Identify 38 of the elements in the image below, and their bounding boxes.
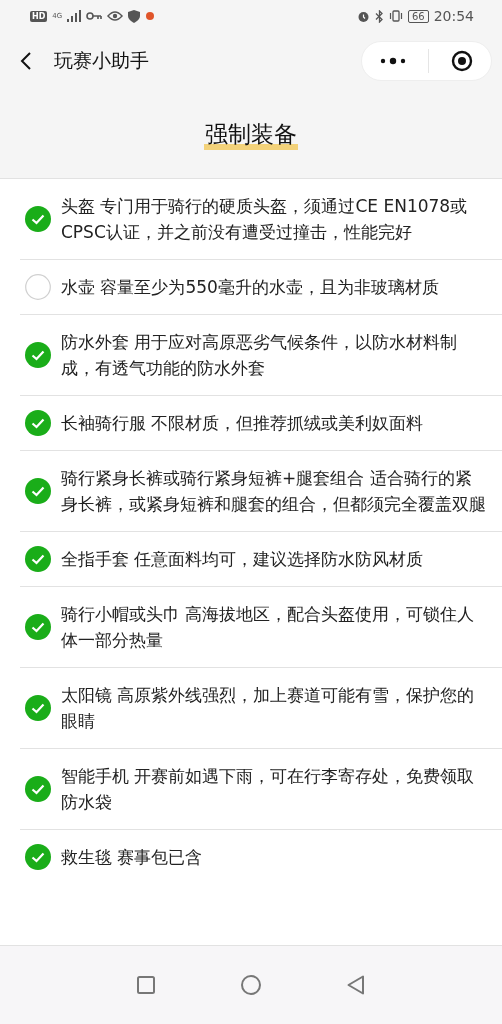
equipment-text: 骑行小帽或头巾 高海拔地区，配合头盔使用，可锁住人体一部分热量 bbox=[61, 603, 476, 652]
back-icon[interactable] bbox=[20, 51, 32, 71]
app-title: 玩赛小助手 bbox=[54, 48, 150, 73]
check-icon[interactable] bbox=[25, 614, 51, 640]
check-icon[interactable] bbox=[25, 342, 51, 368]
check-icon[interactable] bbox=[25, 478, 51, 504]
home-icon[interactable] bbox=[241, 975, 261, 995]
equipment-text: 太阳镜 高原紫外线强烈，加上赛道可能有雪，保护您的眼睛 bbox=[61, 684, 476, 733]
check-icon[interactable] bbox=[25, 410, 51, 436]
vibrate-icon bbox=[388, 10, 403, 22]
hd-badge: HD bbox=[30, 10, 48, 22]
check-icon[interactable] bbox=[25, 546, 51, 572]
equipment-text: 头盔 专门用于骑行的硬质头盔，须通过CE EN1078或CPSC认证，并之前没有遭受过撞击，性能完好 bbox=[61, 195, 469, 244]
close-target-icon[interactable] bbox=[451, 50, 473, 72]
back-triangle-icon[interactable] bbox=[347, 975, 365, 995]
key-icon bbox=[86, 11, 103, 21]
recent-apps-icon[interactable] bbox=[137, 976, 155, 994]
equipment-text: 防水外套 用于应对高原恶劣气候条件，以防水材料制成，有透气功能的防水外套 bbox=[61, 331, 459, 380]
equipment-text: 水壶 容量至少为550毫升的水壶，且为非玻璃材质 bbox=[61, 276, 439, 299]
alarm-icon bbox=[356, 9, 370, 23]
equipment-text: 长袖骑行服 不限材质，但推荐抓绒或美利奴面料 bbox=[61, 412, 424, 435]
check-icon[interactable] bbox=[25, 776, 51, 802]
check-icon[interactable] bbox=[25, 844, 51, 870]
check-icon[interactable] bbox=[25, 206, 51, 232]
equipment-text: 全指手套 任意面料均可，建议选择防水防风材质 bbox=[61, 548, 424, 571]
notification-dot-icon bbox=[145, 11, 156, 21]
empty-checkbox[interactable] bbox=[25, 274, 51, 300]
equipment-text: 救生毯 赛事包已含 bbox=[61, 846, 203, 869]
battery-indicator: 66 bbox=[407, 9, 429, 23]
bluetooth-icon bbox=[374, 9, 384, 23]
signal-icon bbox=[67, 10, 82, 22]
equipment-text: 智能手机 开赛前如遇下雨，可在行李寄存处，免费领取防水袋 bbox=[61, 765, 476, 814]
shield-icon bbox=[128, 9, 141, 23]
more-icon[interactable] bbox=[380, 57, 406, 65]
clock-time: 20:54 bbox=[433, 8, 474, 24]
equipment-text: 骑行紧身长裤或骑行紧身短裤+腿套组合 适合骑行的紧身长裤，或紧身短裤和腿套的组合，但都须完全覆盖双腿 bbox=[61, 467, 486, 516]
eye-icon bbox=[107, 11, 124, 21]
check-icon[interactable] bbox=[25, 695, 51, 721]
